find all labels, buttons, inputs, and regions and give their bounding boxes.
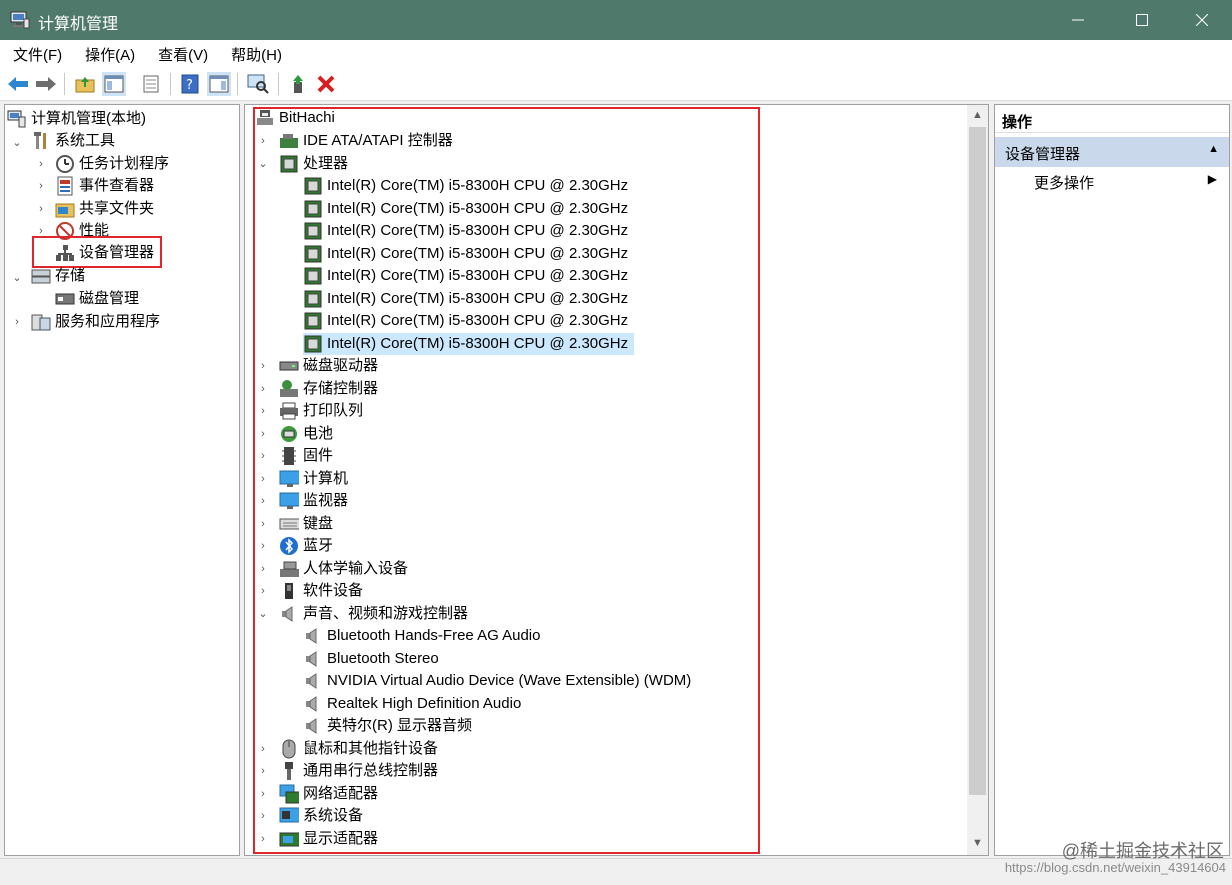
tree-item-disk-management[interactable]: 磁盘管理 — [55, 288, 139, 310]
tree-label: 计算机管理(本地) — [31, 110, 146, 127]
tree-label: 共享文件夹 — [79, 200, 155, 217]
up-level-button[interactable] — [73, 72, 97, 96]
action-label: 更多操作 — [1034, 175, 1095, 192]
menu-view[interactable]: 查看(V) — [145, 40, 218, 67]
action-label: 设备管理器 — [1005, 146, 1081, 163]
menu-help[interactable]: 帮助(H) — [218, 40, 292, 67]
title-bar: 计算机管理 — [0, 0, 1232, 40]
properties-icon — [143, 75, 159, 93]
show-hide-console-tree-button[interactable] — [102, 72, 126, 96]
scan-hardware-button[interactable] — [246, 72, 270, 96]
disk-management-icon — [55, 289, 75, 309]
minimize-button[interactable] — [1046, 0, 1110, 40]
tree-item-event-viewer[interactable]: 事件查看器 — [55, 175, 154, 197]
maximize-icon — [1136, 14, 1148, 26]
computer-management-icon — [10, 11, 30, 29]
action-more-actions[interactable]: 更多操作 ▶ — [995, 169, 1229, 193]
update-driver-icon — [293, 75, 303, 93]
menu-bar: 文件(F) 操作(A) 查看(V) 帮助(H) — [0, 40, 1232, 67]
tree-label: 任务计划程序 — [79, 155, 170, 172]
toolbar-separator — [278, 73, 279, 95]
menu-action[interactable]: 操作(A) — [72, 40, 145, 67]
menu-file[interactable]: 文件(F) — [0, 40, 72, 67]
toolbar-separator — [237, 73, 238, 95]
tree-label: 磁盘管理 — [79, 290, 140, 307]
tree-root[interactable]: 计算机管理(本地) — [7, 108, 146, 130]
event-viewer-icon — [55, 176, 75, 196]
tree-item-services-apps[interactable]: 服务和应用程序 — [31, 311, 160, 333]
chevron-down-icon[interactable]: ⌄ — [11, 131, 23, 153]
actions-pane: 操作 设备管理器 ▲ 更多操作 ▶ — [994, 104, 1230, 856]
services-icon — [31, 312, 51, 332]
chevron-right-icon[interactable]: › — [35, 153, 47, 175]
red-x-icon — [317, 75, 335, 93]
tree-item-system-tools[interactable]: 系统工具 — [31, 130, 115, 152]
chevron-right-icon[interactable]: › — [35, 175, 47, 197]
monitor-scan-icon — [247, 74, 269, 94]
clock-icon — [55, 154, 75, 174]
arrow-right-icon — [36, 77, 56, 91]
scrollbar-thumb[interactable] — [969, 127, 986, 795]
close-icon — [1196, 14, 1208, 26]
arrow-left-icon — [8, 77, 28, 91]
tree-item-shared-folders[interactable]: 共享文件夹 — [55, 198, 154, 220]
shared-folder-icon — [55, 199, 75, 219]
help-button[interactable]: ? — [178, 72, 202, 96]
chevron-down-icon[interactable]: ⌄ — [11, 266, 23, 288]
chevron-right-icon[interactable]: › — [35, 198, 47, 220]
chevron-right-icon[interactable]: › — [11, 311, 23, 333]
close-button[interactable] — [1170, 0, 1232, 40]
toolbar-separator — [170, 73, 171, 95]
storage-icon — [31, 266, 51, 286]
help-icon: ? — [181, 74, 199, 94]
properties-button[interactable] — [139, 72, 163, 96]
toolbar: ? — [0, 67, 1232, 101]
forward-button[interactable] — [34, 72, 58, 96]
tree-label: 事件查看器 — [79, 177, 155, 194]
chevron-down-icon[interactable]: ⌄ — [244, 107, 245, 129]
collapse-up-icon[interactable]: ▲ — [1208, 143, 1219, 155]
back-button[interactable] — [6, 72, 30, 96]
tree-label: 存储 — [55, 267, 86, 284]
watermark-url: https://blog.csdn.net/weixin_43914604 — [1004, 860, 1226, 875]
uninstall-device-button[interactable] — [314, 72, 338, 96]
minimize-icon — [1072, 19, 1084, 21]
tree-label: 系统工具 — [55, 132, 116, 149]
show-action-pane-button[interactable] — [207, 72, 231, 96]
highlight-box — [253, 107, 760, 854]
highlight-box — [32, 236, 162, 268]
action-pane-icon — [209, 75, 229, 93]
vertical-scrollbar[interactable]: ▲ ▼ — [967, 105, 988, 855]
toolbar-separator — [64, 73, 65, 95]
window-title: 计算机管理 — [38, 16, 119, 33]
tools-icon — [31, 131, 51, 151]
submenu-arrow-icon: ▶ — [1207, 172, 1217, 186]
tree-item-storage[interactable]: 存储 — [31, 265, 85, 287]
computer-management-icon — [7, 109, 27, 129]
console-tree-icon — [104, 75, 124, 93]
tree-item-task-scheduler[interactable]: 任务计划程序 — [55, 153, 169, 175]
device-tree-pane: ⌄BitHachi›IDE ATA/ATAPI 控制器⌄处理器Intel(R) … — [244, 104, 989, 856]
action-device-manager[interactable]: 设备管理器 ▲ — [995, 137, 1229, 167]
svg-text:?: ? — [186, 78, 193, 93]
maximize-button[interactable] — [1110, 0, 1174, 40]
console-tree: 计算机管理(本地) ⌄ 系统工具 › 任务计划程序 › 事件查看器 › 共享文件… — [4, 104, 240, 856]
scroll-down-arrow-icon[interactable]: ▼ — [967, 833, 988, 853]
folder-up-icon — [75, 77, 95, 93]
update-driver-button[interactable] — [286, 72, 310, 96]
scroll-up-arrow-icon[interactable]: ▲ — [967, 105, 988, 125]
actions-header: 操作 — [995, 105, 1229, 133]
tree-label: 服务和应用程序 — [55, 313, 161, 330]
